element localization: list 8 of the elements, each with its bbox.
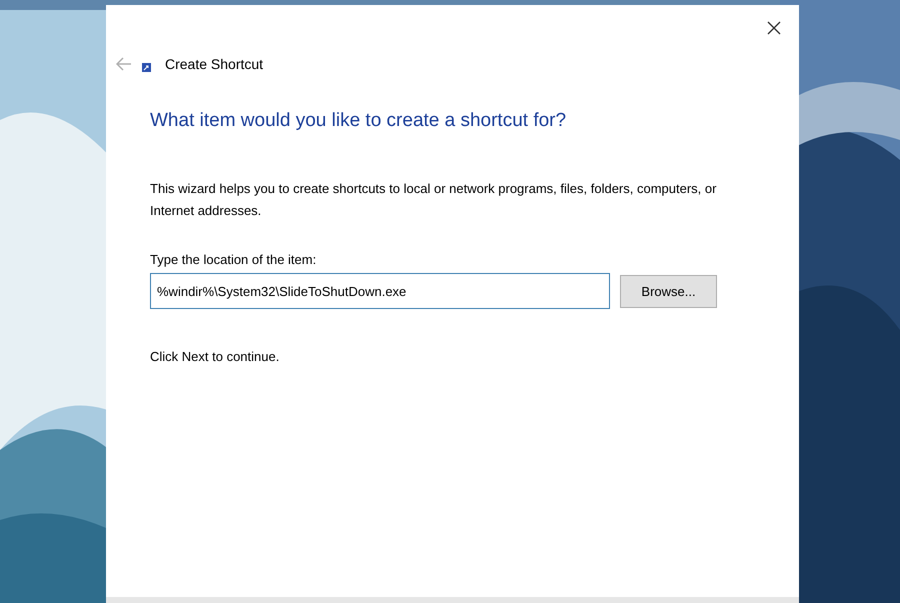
description-text: This wizard helps you to create shortcuts to local or network programs, files, folders, computers, or Internet addresses. (150, 180, 718, 220)
window-title: Create Shortcut (165, 56, 264, 72)
browse-button[interactable]: Browse... (620, 274, 717, 308)
instruction-text: Click Next to continue. (150, 349, 280, 364)
shortcut-icon (142, 62, 151, 72)
location-field[interactable]: %windir%\System32\SlideToShutDown.exe (150, 273, 610, 309)
wizard-heading: What item would you like to create a shortcut for? (150, 110, 568, 132)
field-label: Type the location of the item: (150, 252, 318, 267)
